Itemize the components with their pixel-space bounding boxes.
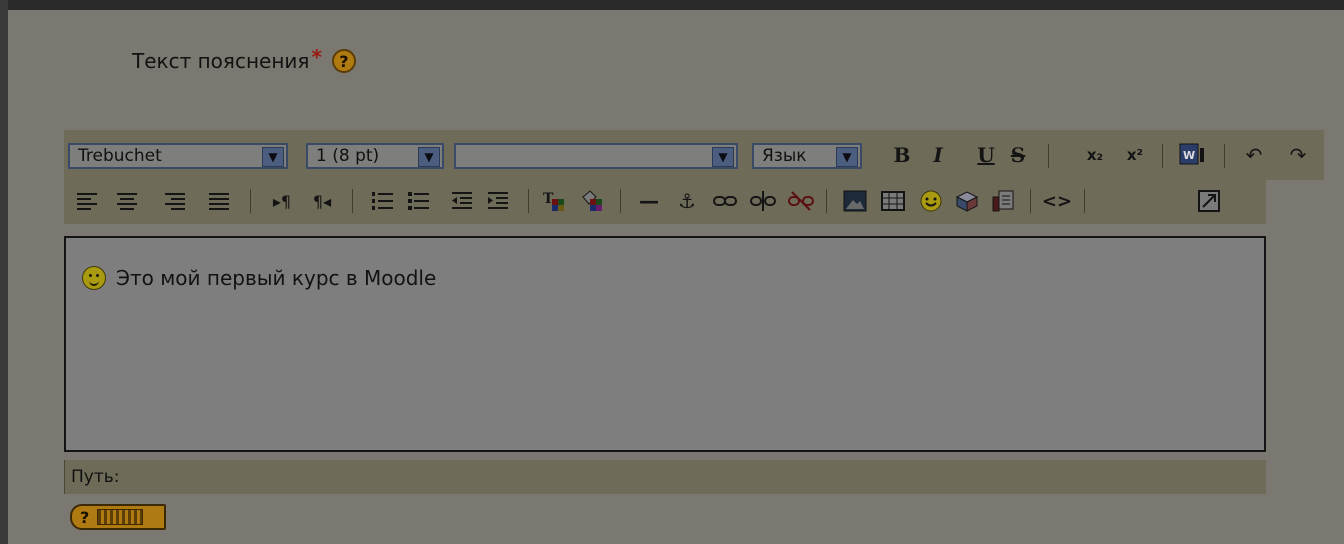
redo-icon[interactable]: ↷: [1284, 142, 1312, 168]
unordered-list-icon[interactable]: [404, 186, 432, 216]
chevron-down-icon: ▼: [836, 147, 858, 167]
bold-icon[interactable]: B: [890, 142, 914, 168]
nolink-icon[interactable]: [786, 186, 816, 216]
left-border: [0, 0, 8, 544]
toolbar-row-1: Trebuchet ▼ 1 (8 pt) ▼ ▼ Язык ▼ B I U S …: [64, 130, 1324, 180]
help-glyph: ?: [80, 507, 90, 527]
strikethrough-icon[interactable]: S: [1006, 142, 1030, 168]
anchor-icon[interactable]: ⚓: [672, 186, 702, 216]
separator: [528, 189, 529, 213]
unlink-icon[interactable]: [748, 186, 778, 216]
format-select[interactable]: ▼: [454, 143, 738, 169]
editor-content-area[interactable]: Это мой первый курс в Moodle: [64, 236, 1266, 452]
align-left-icon[interactable]: [74, 186, 100, 216]
language-value: Язык: [762, 146, 807, 166]
keyboard-help-button[interactable]: ?: [70, 504, 166, 530]
separator: [1084, 189, 1085, 213]
field-label-row: Текст пояснения * ?: [132, 44, 356, 78]
html-source-icon[interactable]: <>: [1042, 186, 1072, 216]
separator: [250, 189, 251, 213]
underline-icon[interactable]: U: [974, 142, 998, 168]
field-label: Текст пояснения: [132, 49, 310, 73]
fullscreen-icon[interactable]: [1194, 186, 1224, 216]
top-border: [0, 0, 1344, 10]
smiley-icon[interactable]: [916, 186, 946, 216]
justify-icon[interactable]: [206, 186, 232, 216]
subscript-icon[interactable]: x₂: [1080, 142, 1110, 168]
search-replace-icon[interactable]: [988, 186, 1018, 216]
separator: [1224, 144, 1225, 168]
separator: [1030, 189, 1031, 213]
image-icon[interactable]: [840, 186, 870, 216]
language-select[interactable]: Язык ▼: [752, 143, 862, 169]
outdent-icon[interactable]: [448, 186, 476, 216]
toolbar-row-2: ▸¶ ¶◂ T — ⚓ <>: [64, 180, 1266, 224]
paste-word-icon[interactable]: W: [1176, 142, 1210, 168]
font-size-select[interactable]: 1 (8 pt) ▼: [306, 143, 444, 169]
keyboard-icon: [97, 509, 144, 525]
separator: [1048, 144, 1049, 168]
font-family-value: Trebuchet: [78, 146, 162, 166]
paste-word-glyph: W: [1183, 149, 1195, 162]
separator: [620, 189, 621, 213]
path-label: Путь:: [71, 467, 120, 487]
chevron-down-icon: ▼: [418, 147, 440, 167]
spellcheck-icon[interactable]: [952, 186, 982, 216]
align-center-icon[interactable]: [114, 186, 140, 216]
link-icon[interactable]: [710, 186, 740, 216]
editor-content: Это мой первый курс в Moodle: [82, 266, 436, 290]
html-editor: Trebuchet ▼ 1 (8 pt) ▼ ▼ Язык ▼ B I U S …: [64, 130, 1324, 498]
separator: [826, 189, 827, 213]
italic-icon[interactable]: I: [926, 142, 950, 168]
table-icon[interactable]: [878, 186, 908, 216]
superscript-icon[interactable]: x²: [1120, 142, 1150, 168]
help-icon[interactable]: ?: [331, 49, 356, 73]
separator: [1162, 144, 1163, 168]
chevron-down-icon: ▼: [712, 147, 734, 167]
chevron-down-icon: ▼: [262, 147, 284, 167]
align-right-icon[interactable]: [162, 186, 188, 216]
editor-content-text: Это мой первый курс в Moodle: [116, 266, 437, 290]
ltr-icon[interactable]: ▸¶: [268, 186, 296, 216]
text-color-icon[interactable]: T: [540, 186, 570, 216]
path-bar: Путь:: [64, 460, 1266, 494]
background-color-icon[interactable]: [578, 186, 608, 216]
font-size-value: 1 (8 pt): [316, 146, 380, 166]
horizontal-rule-icon[interactable]: —: [634, 186, 664, 216]
undo-icon[interactable]: ↶: [1240, 142, 1268, 168]
required-mark: *: [311, 45, 322, 69]
smiley-icon: [82, 266, 106, 290]
separator: [352, 189, 353, 213]
rtl-icon[interactable]: ¶◂: [308, 186, 336, 216]
ordered-list-icon[interactable]: [368, 186, 396, 216]
indent-icon[interactable]: [484, 186, 512, 216]
font-family-select[interactable]: Trebuchet ▼: [68, 143, 288, 169]
